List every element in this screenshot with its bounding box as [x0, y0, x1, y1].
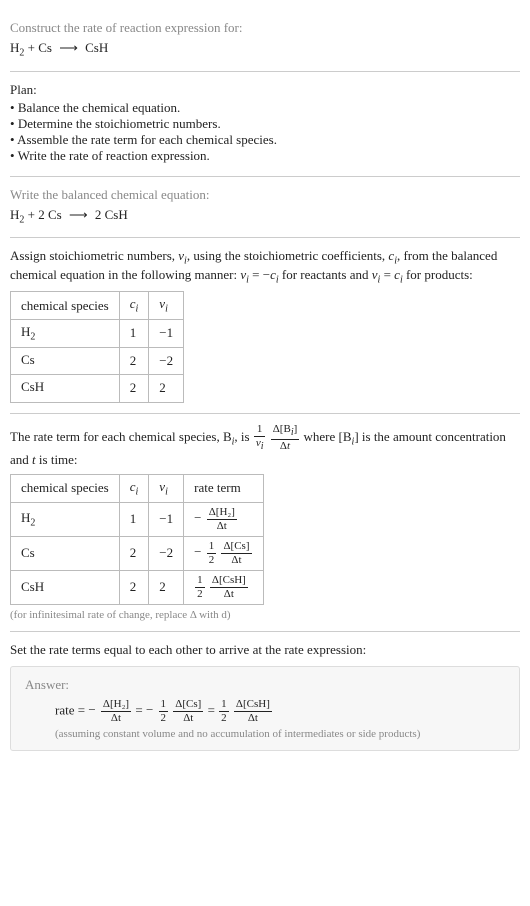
col-rate: rate term: [184, 474, 263, 502]
stoich-table: chemical species ci νi H2 1 −1 Cs 2 −2 C…: [10, 291, 184, 402]
answer-box: Answer: rate = − Δ[H₂]Δt = − 12 Δ[Cs]Δt …: [10, 666, 520, 751]
table-row: H2 1 −1 − Δ[H₂]Δt: [11, 502, 264, 536]
intro-prompt: Construct the rate of reaction expressio…: [10, 20, 520, 36]
cell-nu: −2: [149, 347, 184, 375]
arrow-icon: ⟶: [69, 207, 88, 223]
cell-c: 2: [119, 570, 149, 604]
answer-expression: rate = − Δ[H₂]Δt = − 12 Δ[Cs]Δt = 12 Δ[C…: [25, 699, 505, 724]
rate-table: chemical species ci νi rate term H2 1 −1…: [10, 474, 264, 605]
table-row: CsH 2 2: [11, 375, 184, 403]
species-csh: 2 CsH: [92, 207, 128, 222]
col-nu: νi: [149, 474, 184, 502]
rateterm-text: The rate term for each chemical species,…: [10, 424, 520, 468]
species-h2: H2: [10, 40, 24, 55]
cell-c: 2: [119, 375, 149, 403]
arrow-icon: ⟶: [59, 40, 78, 56]
cell-nu: 2: [149, 570, 184, 604]
plan-item: Balance the chemical equation.: [10, 100, 520, 116]
table-row: Cs 2 −2 − 12 Δ[Cs]Δt: [11, 536, 264, 570]
assign-text: Assign stoichiometric numbers, νi, using…: [10, 248, 520, 285]
plus-text: + Cs: [24, 40, 55, 55]
final-prompt: Set the rate terms equal to each other t…: [10, 642, 520, 658]
fraction: Δ[Bi] Δt: [271, 424, 300, 452]
assign-section: Assign stoichiometric numbers, νi, using…: [10, 238, 520, 414]
cell-nu: −1: [149, 319, 184, 347]
plan-label: Plan:: [10, 82, 520, 98]
plan-list: Balance the chemical equation. Determine…: [10, 100, 520, 164]
cell-c: 1: [119, 319, 149, 347]
plan-item: Write the rate of reaction expression.: [10, 148, 520, 164]
col-nu: νi: [149, 292, 184, 320]
cell-rate: − Δ[H₂]Δt: [184, 502, 263, 536]
balanced-section: Write the balanced chemical equation: H2…: [10, 177, 520, 239]
answer-assumption: (assuming constant volume and no accumul…: [25, 728, 505, 740]
table-row: H2 1 −1: [11, 319, 184, 347]
cell-species: H2: [11, 502, 120, 536]
cell-rate: − 12 Δ[Cs]Δt: [184, 536, 263, 570]
plan-section: Plan: Balance the chemical equation. Det…: [10, 72, 520, 177]
balanced-equation: H2 + 2 Cs ⟶ 2 CsH: [10, 207, 520, 226]
rate-note: (for infinitesimal rate of change, repla…: [10, 609, 520, 621]
cell-species: H2: [11, 319, 120, 347]
intro-section: Construct the rate of reaction expressio…: [10, 10, 520, 72]
answer-label: Answer:: [25, 677, 505, 693]
cell-species: CsH: [11, 375, 120, 403]
col-c: ci: [119, 292, 149, 320]
col-species: chemical species: [11, 292, 120, 320]
col-c: ci: [119, 474, 149, 502]
cell-nu: −1: [149, 502, 184, 536]
cell-nu: 2: [149, 375, 184, 403]
final-section: Set the rate terms equal to each other t…: [10, 632, 520, 761]
rateterm-section: The rate term for each chemical species,…: [10, 414, 520, 632]
cell-rate: 12 Δ[CsH]Δt: [184, 570, 263, 604]
cell-nu: −2: [149, 536, 184, 570]
balanced-prompt: Write the balanced chemical equation:: [10, 187, 520, 203]
table-row: Cs 2 −2: [11, 347, 184, 375]
species-h2: H2: [10, 207, 24, 222]
col-species: chemical species: [11, 474, 120, 502]
plus-text: + 2 Cs: [24, 207, 65, 222]
table-header-row: chemical species ci νi rate term: [11, 474, 264, 502]
cell-species: Cs: [11, 347, 120, 375]
plan-item: Assemble the rate term for each chemical…: [10, 132, 520, 148]
table-header-row: chemical species ci νi: [11, 292, 184, 320]
cell-species: CsH: [11, 570, 120, 604]
table-row: CsH 2 2 12 Δ[CsH]Δt: [11, 570, 264, 604]
fraction: 1 νi: [254, 424, 266, 452]
species-csh: CsH: [82, 40, 108, 55]
plan-item: Determine the stoichiometric numbers.: [10, 116, 520, 132]
cell-c: 2: [119, 347, 149, 375]
cell-c: 2: [119, 536, 149, 570]
intro-equation: H2 + Cs ⟶ CsH: [10, 40, 520, 59]
cell-c: 1: [119, 502, 149, 536]
cell-species: Cs: [11, 536, 120, 570]
